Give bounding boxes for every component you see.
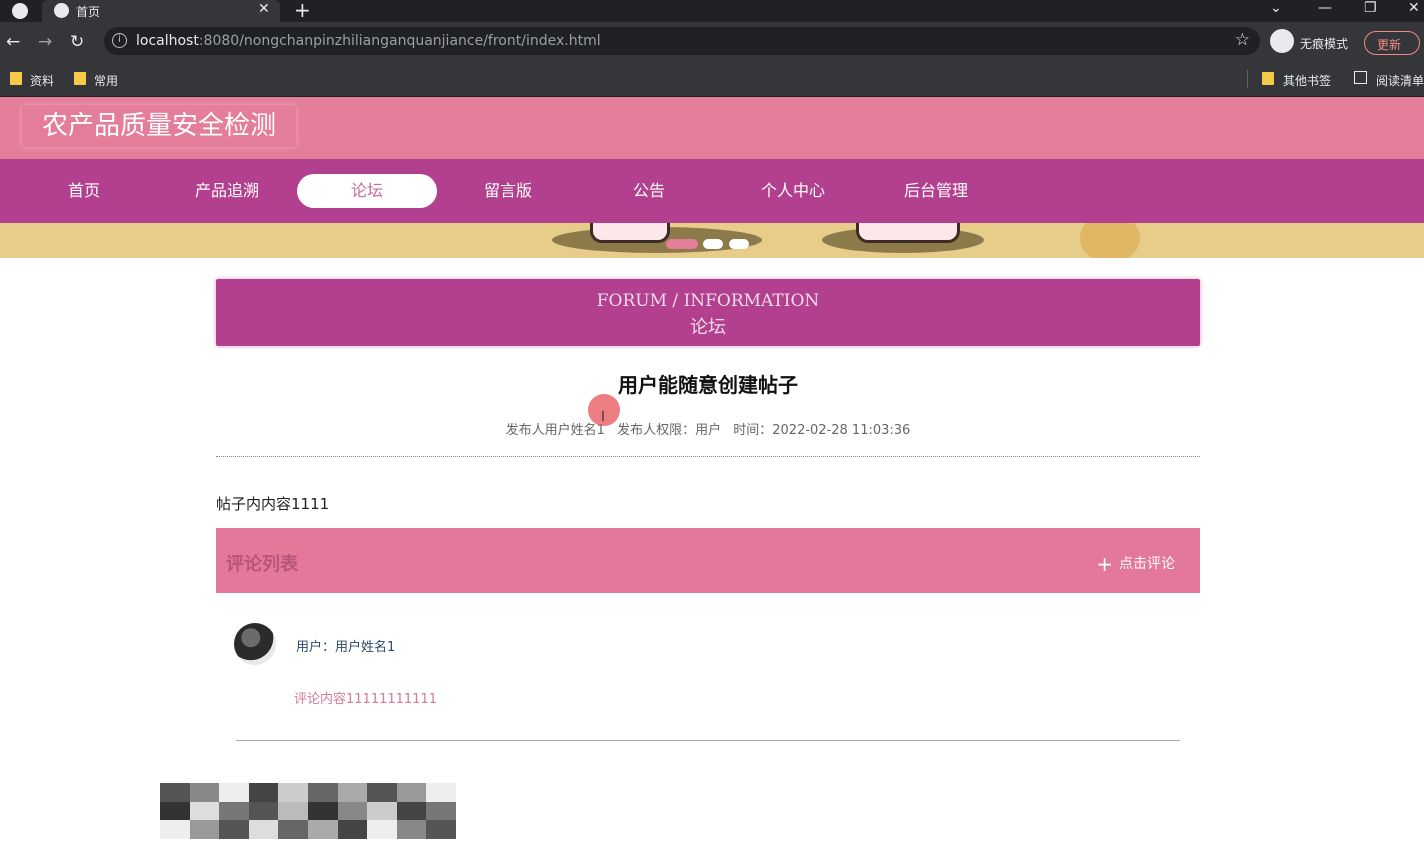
bookmark-folder-changyong[interactable]: 常用 [94, 72, 118, 89]
section-title-cn: 论坛 [690, 317, 726, 338]
avatar [234, 623, 276, 665]
close-tab-icon[interactable]: ✕ [258, 1, 270, 17]
nav-message-board[interactable]: 留言版 [438, 174, 578, 208]
reading-list-icon [1354, 71, 1367, 84]
nav-product-trace[interactable]: 产品追溯 [157, 174, 297, 208]
post-time: 时间：2022-02-28 11:03:36 [733, 423, 911, 438]
post-title: 用户能随意创建帖子 [618, 373, 798, 397]
banner-character-feet [856, 223, 960, 243]
add-comment-button[interactable]: + 点击评论 [1096, 552, 1175, 576]
carousel-dot-active[interactable] [666, 239, 698, 249]
close-window-icon[interactable]: ✕ [1408, 0, 1420, 16]
nav-admin[interactable]: 后台管理 [866, 174, 1006, 208]
incognito-label: 无痕模式 [1300, 37, 1349, 51]
banner-character-feet [590, 223, 670, 243]
add-comment-label: 点击评论 [1119, 556, 1175, 572]
reload-icon[interactable]: ↻ [70, 32, 84, 52]
back-icon[interactable]: ← [6, 32, 20, 52]
bookmarks-bar: 资料 常用 其他书签 阅读清单 [0, 62, 1424, 97]
site-title: 农产品质量安全检测 [22, 105, 296, 147]
nav-announcement[interactable]: 公告 [579, 174, 719, 208]
section-title-en: FORUM / INFORMATION [596, 291, 820, 311]
post-divider [216, 456, 1200, 457]
nav-forum[interactable]: 论坛 [297, 174, 437, 208]
folder-icon [10, 72, 22, 85]
browser-menu-icon[interactable] [12, 3, 28, 19]
post-role: 发布人权限：用户 [617, 423, 722, 438]
forward-icon[interactable]: → [38, 32, 52, 52]
address-bar[interactable]: i localhost:8080/nongchanpinzhilianganqu… [104, 27, 1260, 55]
bookmark-star-icon[interactable]: ☆ [1235, 30, 1250, 50]
bookmark-folder-ziliao[interactable]: 资料 [30, 72, 54, 89]
post-meta: 发布人用户姓名1 发布人权限：用户 时间：2022-02-28 11:03:36 [216, 419, 1200, 438]
carousel-dot[interactable] [729, 239, 749, 249]
comment-text: 评论内容11111111111 [294, 692, 437, 707]
comment-list-header: 评论列表 + 点击评论 [216, 528, 1200, 593]
nav-personal-center[interactable]: 个人中心 [723, 174, 863, 208]
bookmark-other[interactable]: 其他书签 [1283, 72, 1331, 89]
tab-search-icon[interactable]: ⌄ [1270, 0, 1282, 16]
carousel-banner [0, 223, 1424, 258]
plus-icon: + [1096, 552, 1113, 576]
post-author: 发布人用户姓名1 [505, 423, 605, 438]
nav-home[interactable]: 首页 [14, 174, 154, 208]
minimize-icon[interactable]: — [1318, 0, 1332, 16]
comment-user: 用户：用户姓名1 [296, 640, 396, 655]
bookmarks-divider [1247, 70, 1248, 88]
update-button[interactable]: 更新 [1364, 31, 1420, 55]
globe-icon [54, 3, 69, 18]
site-header: 农产品质量安全检测 [0, 97, 1424, 159]
comment-divider [236, 740, 1180, 741]
folder-icon [74, 72, 86, 85]
banner-decoration [1080, 223, 1140, 258]
incognito-icon[interactable] [1270, 29, 1294, 53]
post-content: 帖子内内容1111 [216, 495, 330, 513]
url-text: localhost:8080/nongchanpinzhilianganquan… [136, 33, 601, 49]
browser-tab-strip: 首页 ✕ + ⌄ — ❐ ✕ [0, 0, 1424, 22]
restore-icon[interactable]: ❐ [1364, 0, 1377, 16]
section-header: FORUM / INFORMATION 论坛 [216, 279, 1200, 346]
browser-toolbar: ← → ↻ i localhost:8080/nongchanpinzhilia… [0, 22, 1424, 62]
carousel-dot[interactable] [703, 239, 723, 249]
tab-title: 首页 [76, 5, 101, 19]
pixelated-watermark [160, 783, 456, 839]
folder-icon [1262, 72, 1274, 85]
main-nav: 首页 产品追溯 论坛 留言版 公告 个人中心 后台管理 [0, 159, 1424, 223]
info-icon[interactable]: i [112, 33, 127, 48]
bookmark-reading-list[interactable]: 阅读清单 [1376, 72, 1424, 89]
text-cursor-icon: I [601, 410, 605, 425]
comment-list-title: 评论列表 [226, 554, 298, 575]
new-tab-icon[interactable]: + [294, 0, 311, 22]
browser-tab[interactable]: 首页 ✕ [42, 0, 280, 22]
